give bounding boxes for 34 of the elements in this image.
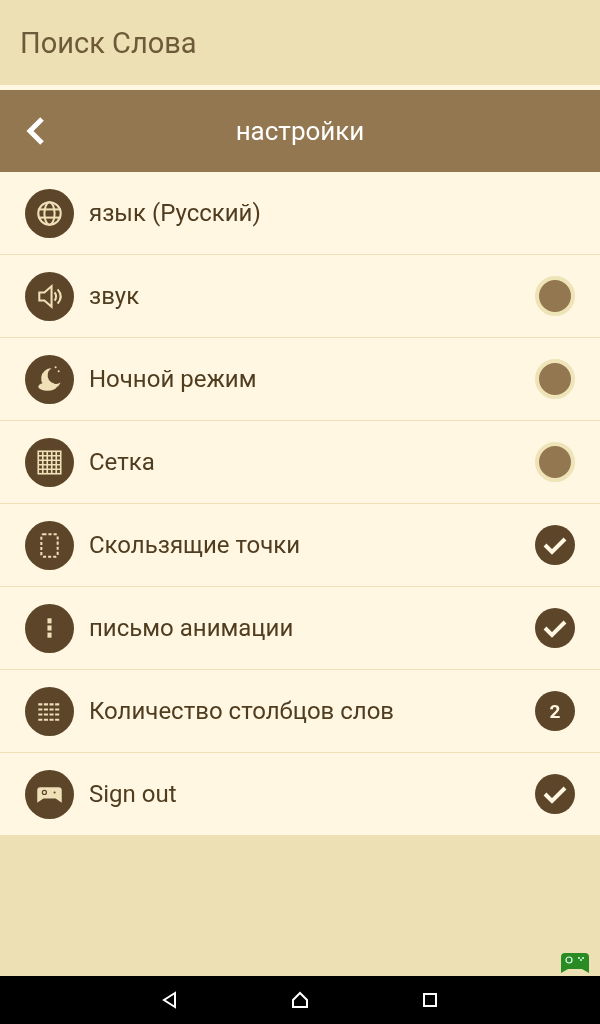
settings-item[interactable]: Ночной режим [0, 338, 600, 421]
gamepad-icon[interactable] [560, 952, 590, 974]
list-icon [25, 686, 74, 736]
settings-item[interactable]: Скользящие точки [0, 504, 600, 587]
globe-icon [25, 188, 74, 238]
checked-toggle[interactable] [535, 774, 575, 814]
recents-icon[interactable] [420, 990, 440, 1010]
settings-item[interactable]: письмо анимации [0, 587, 600, 670]
setting-label: звук [89, 282, 141, 310]
app-title: Поиск Слова [20, 25, 197, 60]
setting-label: Сетка [89, 448, 156, 476]
setting-label: Sign out [89, 780, 178, 808]
checked-toggle[interactable] [535, 608, 575, 648]
setting-label: Количество столбцов слов [89, 697, 396, 725]
home-icon[interactable] [290, 990, 310, 1010]
setting-label: язык (Русский) [89, 199, 262, 227]
unchecked-toggle[interactable] [535, 276, 575, 316]
settings-item[interactable]: Количество столбцов слов 2 [0, 670, 600, 753]
setting-label: Скользящие точки [89, 531, 302, 559]
moon-cloud-icon [25, 354, 74, 404]
setting-label: письмо анимации [89, 614, 295, 642]
unchecked-toggle[interactable] [535, 359, 575, 399]
settings-item[interactable]: звук [0, 255, 600, 338]
unchecked-toggle[interactable] [535, 442, 575, 482]
settings-item[interactable]: Сетка [0, 421, 600, 504]
grid-icon [25, 437, 74, 487]
settings-item[interactable]: язык (Русский) [0, 172, 600, 255]
count-badge[interactable]: 2 [535, 691, 575, 731]
speaker-icon [25, 271, 74, 321]
gamepad-icon [25, 769, 74, 819]
checked-toggle[interactable] [535, 525, 575, 565]
header-title: настройки [235, 116, 365, 146]
setting-label: Ночной режим [89, 365, 258, 393]
settings-item[interactable]: Sign out [0, 753, 600, 836]
